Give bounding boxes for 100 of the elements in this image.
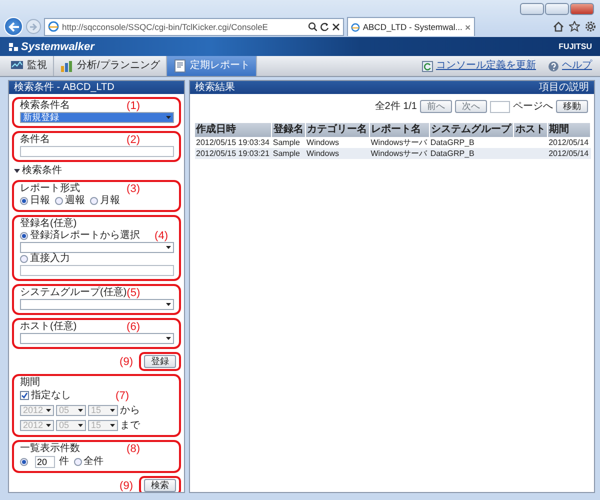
back-arrow-icon	[8, 22, 20, 32]
table-cell: DataGRP_B	[429, 137, 514, 148]
minimize-button[interactable]	[520, 3, 544, 15]
checkmark-icon	[21, 392, 28, 399]
table-cell: Windows	[306, 137, 370, 148]
table-cell-text: 2012/05/14	[548, 137, 590, 148]
help-link[interactable]: ヘルプ	[548, 60, 592, 72]
column-header: カテゴリー名	[306, 123, 370, 137]
caret-icon	[166, 116, 171, 119]
field-label: 検索条件名	[20, 100, 70, 112]
callout-number: (2)	[126, 134, 140, 146]
radio-button[interactable]	[20, 458, 28, 466]
search-button[interactable]: 検索	[144, 479, 176, 492]
field-label: システムグループ(任意)	[20, 287, 127, 299]
field-label: レポート形式	[20, 183, 80, 194]
dropdown[interactable]: 新規登録	[20, 112, 174, 123]
close-button[interactable]	[570, 3, 594, 15]
date-suffix: から	[120, 404, 140, 416]
caret-icon	[46, 424, 51, 427]
dropdown[interactable]	[20, 333, 174, 344]
home-icon[interactable]	[553, 21, 564, 32]
help-icon	[548, 60, 559, 72]
callout-number: (5)	[126, 287, 140, 299]
radio-button[interactable]	[55, 197, 63, 205]
back-button[interactable]	[4, 17, 23, 36]
field-label: 一覧表示件数	[20, 443, 80, 455]
caret-icon	[166, 337, 171, 340]
radio-label: 日報	[30, 195, 50, 207]
url-text: http://sqcconsole/SSQC/cgi-bin/TclKicker.cgi/ConsoleE	[62, 20, 269, 32]
date-suffix: まで	[120, 420, 140, 432]
help-link[interactable]: 項目の説明	[539, 82, 589, 94]
caret-icon	[110, 409, 115, 412]
field-label: 条件名	[20, 134, 50, 146]
radio-button[interactable]	[20, 255, 28, 263]
column-header: システムグループ	[429, 123, 514, 137]
prev-button[interactable]: 前へ	[420, 100, 452, 113]
refresh-link[interactable]: コンソール定義を更新	[422, 60, 536, 72]
checkbox-label: 指定なし	[31, 390, 71, 402]
caret-icon	[110, 424, 115, 427]
caret-icon	[46, 409, 51, 412]
radio-button[interactable]	[20, 232, 28, 240]
brand-text: FUJITSU	[558, 40, 592, 52]
callout-number: (3)	[126, 183, 140, 195]
page-field[interactable]	[490, 100, 510, 112]
dropdown[interactable]	[20, 299, 174, 310]
globe-icon	[351, 22, 360, 32]
radio-label: 全件	[84, 456, 104, 468]
text-field[interactable]	[20, 265, 174, 276]
forward-arrow-icon	[29, 22, 38, 30]
bar-chart-icon	[60, 59, 74, 73]
register-button[interactable]: 登録	[144, 355, 176, 368]
next-button[interactable]: 次へ	[455, 100, 487, 113]
callout-number: (8)	[126, 443, 140, 455]
callout-number: (4)	[154, 230, 168, 242]
go-button[interactable]: 移動	[556, 100, 588, 113]
column-header: レポート名	[370, 123, 430, 137]
radio-label: 登録済レポートから選択	[30, 230, 140, 242]
unit-label: 件	[59, 456, 69, 468]
radio-label: 週報	[65, 195, 85, 207]
column-header: 作成日時	[195, 123, 272, 137]
radio-button[interactable]	[20, 197, 28, 205]
table-cell: 2012/05/15 19:03:34	[195, 137, 272, 148]
nav-tab[interactable]: 定期レポート	[166, 56, 257, 76]
settings-icon[interactable]	[585, 21, 596, 32]
column-header: 登録名	[272, 123, 306, 137]
section-toggle[interactable]: 検索条件	[12, 165, 62, 177]
address-bar[interactable]: http://sqcconsole/SSQC/cgi-bin/TclKicker.cgi/ConsoleE	[44, 18, 344, 36]
star-icon[interactable]	[569, 21, 580, 32]
callout-number: (7)	[116, 390, 129, 402]
table-cell: Sample	[272, 137, 306, 148]
table-cell: Windowsサーバ	[370, 137, 430, 148]
nav-tab[interactable]: 監視	[4, 56, 54, 76]
logo-text: Systemwalker	[21, 40, 94, 52]
callout-number: (6)	[126, 321, 140, 333]
collapse-triangle-icon	[14, 168, 20, 174]
maximize-button[interactable]	[545, 3, 569, 15]
count-field[interactable]: 20	[35, 456, 55, 468]
column-header: 期間	[548, 123, 590, 137]
refresh-icon[interactable]	[320, 22, 329, 31]
close-icon[interactable]	[332, 22, 340, 30]
radio-label: 月報	[100, 195, 120, 207]
refresh-icon	[422, 60, 433, 72]
panel-title: 検索条件 - ABCD_LTD	[14, 82, 114, 94]
panel-title: 検索結果	[195, 82, 235, 94]
document-icon	[172, 59, 187, 73]
field-label: 期間	[20, 377, 40, 389]
radio-button[interactable]	[74, 458, 82, 466]
caret-icon	[78, 424, 83, 427]
callout-number: (9)	[120, 480, 133, 492]
text-field[interactable]	[20, 146, 174, 157]
radio-button[interactable]	[90, 197, 98, 205]
search-icon[interactable]	[308, 22, 317, 31]
browser-tab[interactable]: ABCD_LTD - Systemwal...	[347, 17, 475, 36]
caret-icon	[78, 409, 83, 412]
checkbox[interactable]	[20, 391, 29, 400]
nav-tab[interactable]: 分析/プランニング	[54, 56, 167, 76]
table-cell: 2012/05/14	[548, 148, 590, 159]
table-cell: Windows	[306, 148, 370, 159]
callout-number: (9)	[120, 356, 133, 368]
table-cell: 2012/05/15 19:03:21	[195, 148, 272, 159]
